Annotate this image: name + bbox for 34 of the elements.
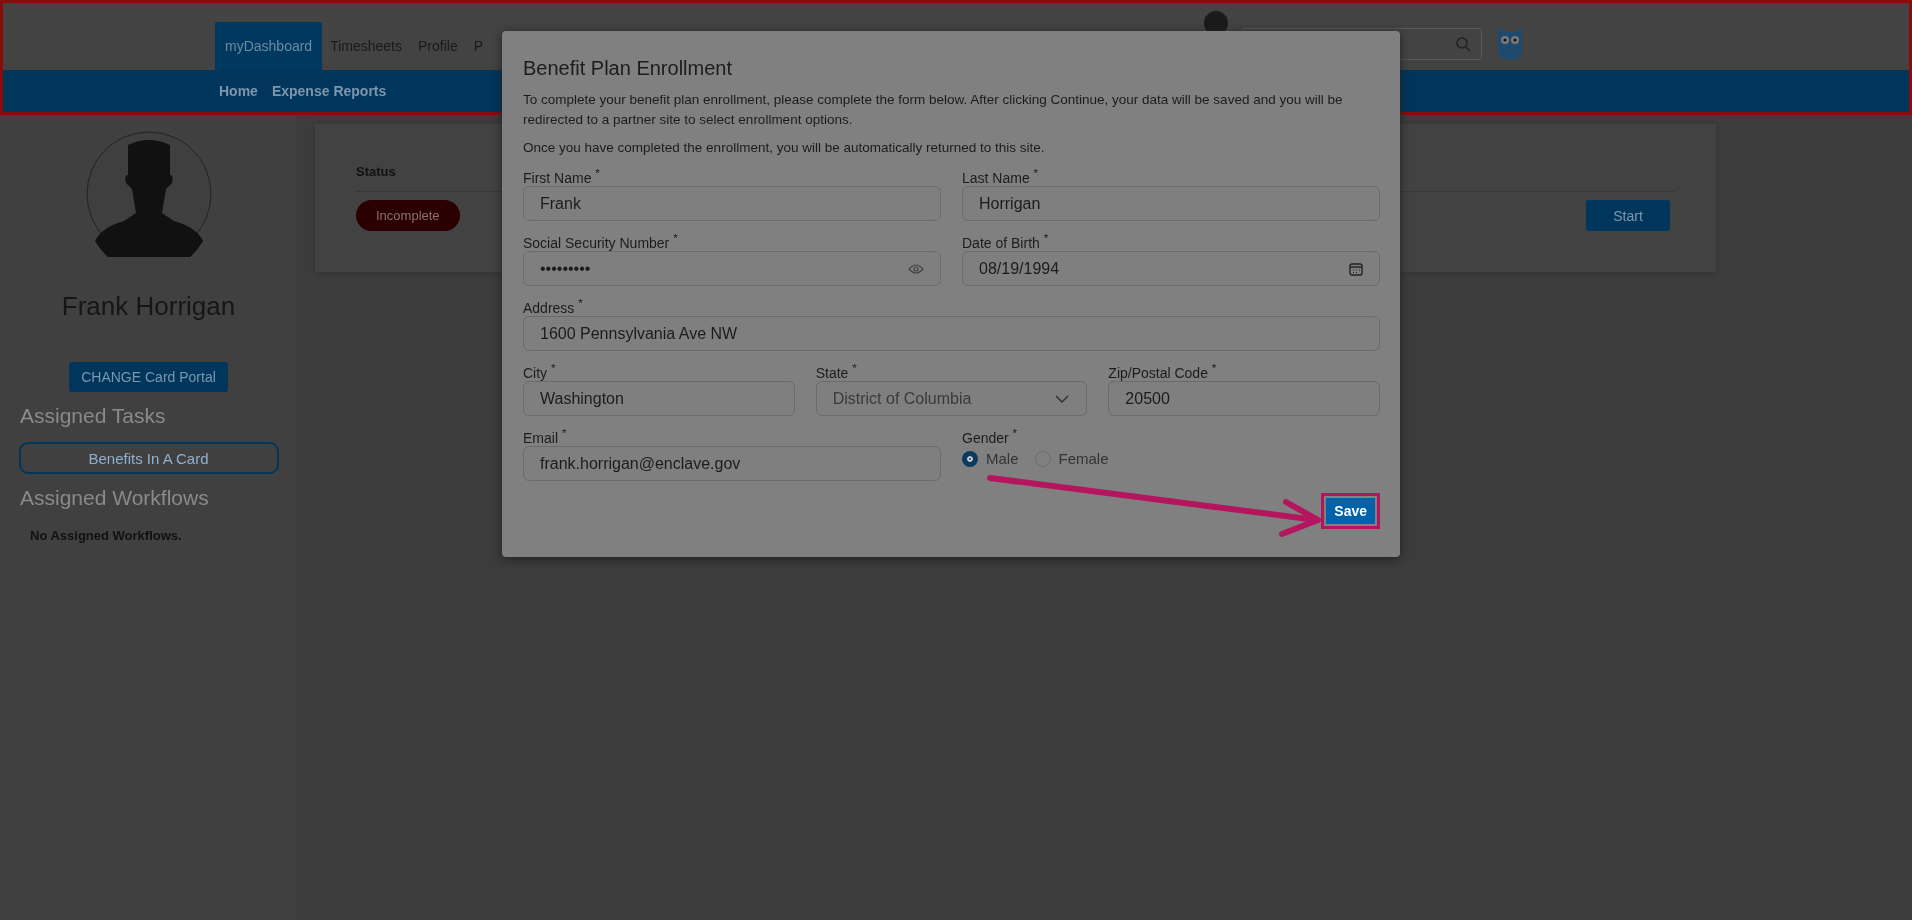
date-field[interactable]: 08/19/1994 [962, 251, 1380, 286]
task-button[interactable]: Benefits In A Card [18, 442, 279, 474]
field-label: City $^{*}$ [523, 361, 557, 381]
input-field[interactable]: frank.horrigan@enclave.gov [523, 446, 941, 481]
state-dropdown[interactable]: District of Columbia [815, 381, 1088, 416]
field-label: First Name $^{*}$ [523, 166, 601, 186]
radio-label: Female [1058, 450, 1109, 467]
input-field[interactable]: 20500 [1108, 381, 1380, 416]
status-badge: Incomplete [356, 200, 460, 231]
instructions-text: Once you have completed the enrollment, you will be automatically returned to this site. [523, 139, 1046, 157]
field-label: Date of Birth $^{*}$ [962, 231, 1050, 251]
nav-tab[interactable]: myDashboard [215, 22, 323, 70]
field-label: State $^{*}$ [815, 361, 858, 381]
change-portal-button[interactable]: CHANGE Card Portal [69, 362, 228, 392]
field-label: Email $^{*}$ [523, 426, 568, 446]
save-button[interactable]: Save [1326, 498, 1375, 524]
section-heading: Assigned Tasks [20, 404, 166, 428]
radio-label: Male [986, 450, 1019, 467]
input-field[interactable]: Frank [523, 186, 941, 221]
start-button[interactable]: Start [1586, 200, 1670, 231]
dialog-title: Benefit Plan Enrollment [523, 57, 733, 80]
instructions-text: To complete your benefit plan enrollment, please complete the form below. After clicking Continue, your data will be saved and you will be redirected to a partner site to select enrollment options. [523, 91, 1344, 129]
field-label: Gender $^{*}$ [962, 426, 1019, 446]
subnav-link[interactable]: Expense Reports [271, 83, 387, 99]
input-field[interactable]: Washington [523, 381, 795, 416]
field-label: Social Security Number $^{*}$ [523, 231, 679, 251]
field-label: Address $^{*}$ [523, 296, 584, 316]
input-field[interactable]: Horrigan [962, 186, 1380, 221]
field-label: Zip/Postal Code $^{*}$ [1108, 361, 1218, 381]
section-heading: Assigned Workflows [20, 486, 209, 510]
subnav-link[interactable]: Home [219, 83, 258, 99]
field-label: Last Name $^{*}$ [962, 166, 1040, 186]
input-field[interactable]: 1600 Pennsylvania Ave NW [523, 316, 1380, 351]
password-field[interactable]: ••••••••• [523, 251, 941, 286]
